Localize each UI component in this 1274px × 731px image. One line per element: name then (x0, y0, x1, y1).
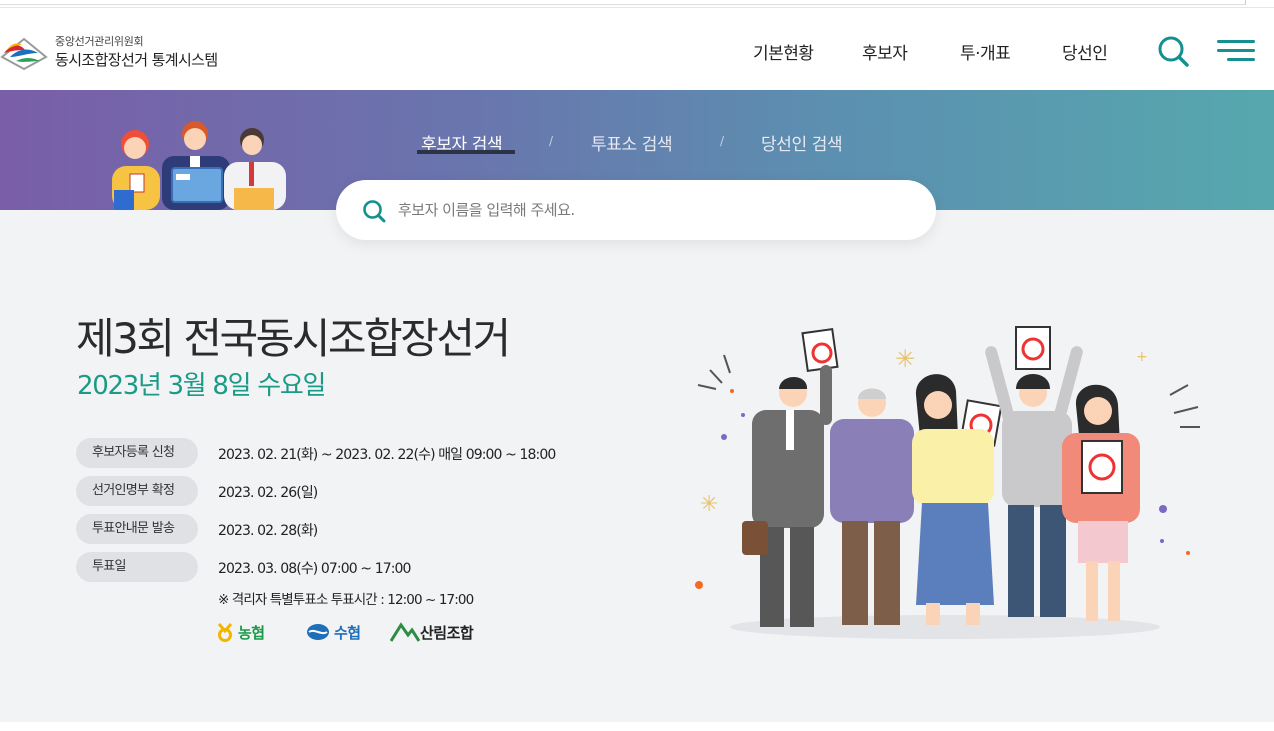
partner-forest-logo[interactable]: 산림조합 (390, 620, 490, 644)
footer-edge (0, 722, 1274, 731)
tab-separator: / (720, 134, 725, 148)
election-title: 제3회 전국동시조합장선거 (76, 314, 511, 363)
system-name: 동시조합장선거 통계시스템 (55, 51, 218, 69)
nav-candidates[interactable]: 후보자 (862, 39, 908, 64)
tab-winner-search[interactable]: 당선인 검색 (761, 130, 843, 155)
voters-illustration: ✳ ✳ + (695, 326, 1200, 639)
site-logo[interactable]: 중앙선거관리위원회 동시조합장선거 통계시스템 (0, 31, 260, 73)
search-icon (1158, 36, 1189, 67)
nh-logo-icon (217, 623, 233, 642)
quarantine-voting-note: ※ 격리자 특별투표소 투표시간 : 12:00 ~ 17:00 (218, 592, 474, 608)
schedule-label: 투표안내문 발송 (76, 514, 198, 544)
nav-voting-counting[interactable]: 투·개표 (960, 39, 1011, 64)
org-name: 중앙선거관리위원회 (55, 35, 144, 48)
svg-text:✳: ✳ (700, 492, 718, 517)
forest-association-logo-icon (390, 622, 420, 642)
suhyup-logo-icon (307, 624, 329, 640)
tab-active-underline (417, 150, 515, 154)
partner-suhyup-logo[interactable]: 수협 (306, 620, 376, 644)
browser-top-edge (0, 0, 1274, 8)
search-icon[interactable] (362, 199, 386, 223)
tab-separator: / (549, 134, 554, 148)
schedule-label: 투표일 (76, 552, 198, 582)
nav-winners[interactable]: 당선인 (1062, 39, 1108, 64)
svg-text:✳: ✳ (895, 345, 915, 373)
schedule-value: 2023. 03. 08(수) 07:00 ~ 17:00 (218, 561, 411, 577)
partner-label: 수협 (334, 624, 361, 642)
schedule-label: 후보자등록 신청 (76, 438, 198, 468)
partner-label: 산림조합 (420, 624, 474, 642)
site-header: 중앙선거관리위원회 동시조합장선거 통계시스템 기본현황 후보자 투·개표 당선… (0, 9, 1274, 90)
staff-illustration (112, 121, 286, 210)
partner-label: 농협 (238, 624, 265, 642)
tab-polling-station-search[interactable]: 투표소 검색 (591, 130, 673, 155)
main-content: 제3회 전국동시조합장선거 2023년 3월 8일 수요일 후보자등록 신청 2… (0, 210, 1274, 722)
partner-nh-logo[interactable]: 농협 (216, 620, 286, 644)
hamburger-menu-icon[interactable] (1217, 40, 1255, 64)
candidate-search-input[interactable] (398, 194, 898, 226)
nec-logo-icon (0, 37, 48, 71)
header-search-button[interactable] (1156, 34, 1190, 68)
schedule-value: 2023. 02. 21(화) ~ 2023. 02. 22(수) 매일 09:… (218, 447, 556, 463)
election-date: 2023년 3월 8일 수요일 (77, 371, 326, 401)
candidate-search-box (336, 180, 936, 240)
schedule-value: 2023. 02. 28(화) (218, 523, 318, 539)
schedule-value: 2023. 02. 26(일) (218, 485, 318, 501)
nav-basic-status[interactable]: 기본현황 (753, 39, 814, 64)
svg-text:+: + (1136, 349, 1148, 365)
schedule-label: 선거인명부 확정 (76, 476, 198, 506)
